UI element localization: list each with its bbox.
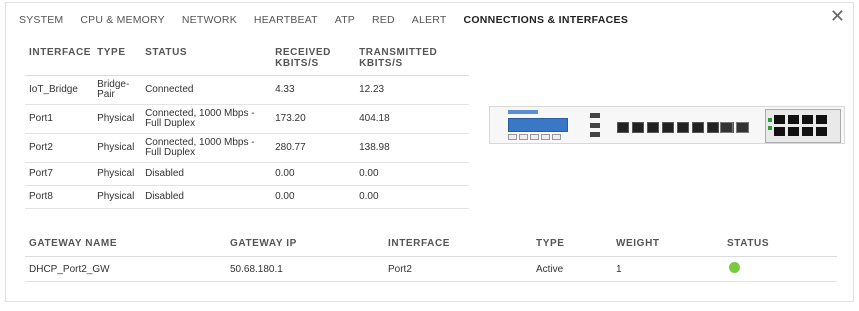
interface-type: Physical [97, 104, 146, 134]
gateway-status [727, 256, 837, 282]
close-icon[interactable]: ✕ [830, 7, 845, 25]
interface-status: Connected [145, 75, 276, 105]
tab-heartbeat[interactable]: HEARTBEAT [254, 14, 318, 30]
gateway-type: Active [536, 256, 616, 282]
tab-atp[interactable]: ATP [335, 14, 355, 30]
expansion-module [765, 109, 841, 143]
gateway-ip: 50.68.180.1 [230, 256, 388, 282]
interface-name: Port8 [25, 185, 98, 209]
col-gateway-weight: WEIGHT [616, 238, 727, 257]
interface-name: Port7 [25, 162, 98, 186]
tab-bar: SYSTEM CPU & MEMORY NETWORK HEARTBEAT AT… [19, 14, 645, 30]
usb-port-icon [590, 132, 600, 137]
device-buttons [508, 134, 561, 140]
col-gateway-ip: GATEWAY IP [230, 238, 388, 257]
interface-status: Connected, 1000 Mbps - Full Duplex [145, 133, 276, 163]
interface-received: 4.33 [275, 75, 360, 105]
interface-received: 0.00 [275, 185, 360, 209]
interface-transmitted: 138.98 [359, 133, 470, 163]
status-dot-icon [729, 262, 740, 273]
table-row: Port1 Physical Connected, 1000 Mbps - Fu… [25, 104, 470, 134]
ethernet-ports [617, 122, 734, 133]
table-row: Port8 Physical Disabled 0.00 0.00 [25, 185, 470, 209]
sfp-ports [720, 122, 749, 133]
col-received: RECEIVED KBITS/S [275, 47, 360, 76]
interface-type: Bridge-Pair [97, 75, 146, 105]
interface-transmitted: 0.00 [359, 162, 470, 186]
interfaces-header-row: INTERFACE TYPE STATUS RECEIVED KBITS/S T… [25, 47, 470, 76]
interface-received: 280.77 [275, 133, 360, 163]
gateway-weight: 1 [616, 256, 727, 282]
interface-transmitted: 12.23 [359, 75, 470, 105]
usb-port-icon [590, 123, 600, 128]
col-transmitted: TRANSMITTED KBITS/S [359, 47, 470, 76]
gateways-table: GATEWAY NAME GATEWAY IP INTERFACE TYPE W… [25, 238, 837, 282]
interface-type: Physical [97, 162, 146, 186]
connections-interfaces-panel: SYSTEM CPU & MEMORY NETWORK HEARTBEAT AT… [5, 2, 854, 302]
device-lcd-display [508, 118, 568, 132]
interface-status: Disabled [145, 162, 276, 186]
col-type: TYPE [97, 47, 146, 76]
table-row: Port7 Physical Disabled 0.00 0.00 [25, 162, 470, 186]
tab-alert[interactable]: ALERT [412, 14, 447, 30]
table-row: IoT_Bridge Bridge-Pair Connected 4.33 12… [25, 75, 470, 105]
table-row: DHCP_Port2_GW 50.68.180.1 Port2 Active 1 [25, 256, 837, 282]
gateway-name: DHCP_Port2_GW [25, 256, 230, 282]
tab-red[interactable]: RED [372, 14, 395, 30]
tab-cpu-memory[interactable]: CPU & MEMORY [80, 14, 164, 30]
tab-network[interactable]: NETWORK [182, 14, 237, 30]
interface-transmitted: 404.18 [359, 104, 470, 134]
interface-transmitted: 0.00 [359, 185, 470, 209]
interfaces-table: INTERFACE TYPE STATUS RECEIVED KBITS/S T… [25, 47, 470, 209]
interface-status: Connected, 1000 Mbps - Full Duplex [145, 104, 276, 134]
interface-received: 0.00 [275, 162, 360, 186]
interface-type: Physical [97, 133, 146, 163]
tab-system[interactable]: SYSTEM [19, 14, 63, 30]
tab-connections-interfaces[interactable]: CONNECTIONS & INTERFACES [463, 14, 628, 30]
interface-name: IoT_Bridge [25, 75, 98, 105]
col-gateway-status: STATUS [727, 238, 837, 257]
device-brand-label [508, 110, 538, 114]
interface-status: Disabled [145, 185, 276, 209]
col-interface: INTERFACE [25, 47, 98, 76]
col-status: STATUS [145, 47, 276, 76]
interface-name: Port1 [25, 104, 98, 134]
interface-type: Physical [97, 185, 146, 209]
interface-name: Port2 [25, 133, 98, 163]
gateways-header-row: GATEWAY NAME GATEWAY IP INTERFACE TYPE W… [25, 238, 837, 257]
col-gateway-name: GATEWAY NAME [25, 238, 230, 257]
interface-received: 173.20 [275, 104, 360, 134]
usb-port-icon [590, 113, 600, 118]
col-gateway-type: TYPE [536, 238, 616, 257]
col-gateway-interface: INTERFACE [388, 238, 536, 257]
gateway-interface: Port2 [388, 256, 536, 282]
table-row: Port2 Physical Connected, 1000 Mbps - Fu… [25, 133, 470, 163]
appliance-front-panel-image [489, 106, 845, 144]
